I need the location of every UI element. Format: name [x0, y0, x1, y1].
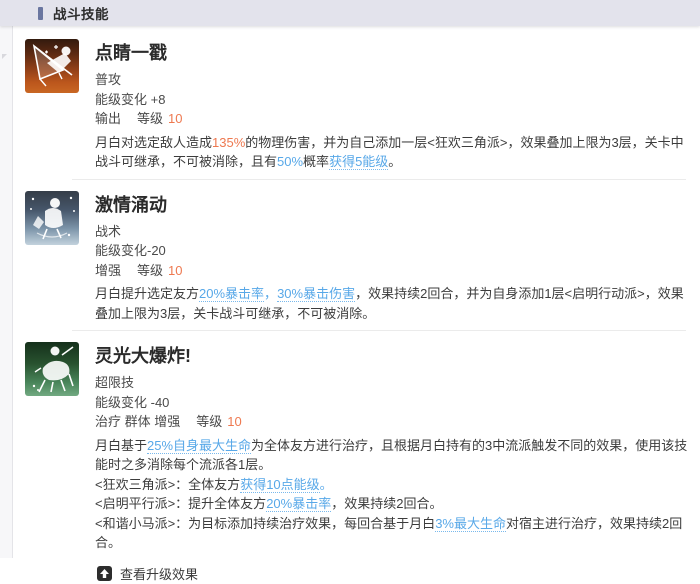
skill-energy-change: 能级变化 -40	[95, 393, 690, 413]
term-link[interactable]: 30%暴击伤害	[277, 286, 355, 302]
accent-bar	[38, 7, 43, 20]
term-link[interactable]: 获得5能级	[329, 154, 388, 170]
skill-row-tactic: 激情涌动 战术 能级变化-20 增强 等级 10 月白提升选定友方20%暴击率，30…	[25, 191, 690, 324]
level-value: 10	[168, 263, 182, 278]
level-value: 10	[227, 414, 241, 429]
skill-category: 战术	[95, 222, 690, 242]
gutter-arrow-icon	[2, 54, 7, 59]
skill-category: 普攻	[95, 70, 690, 90]
skill-energy-change: 能级变化 +8	[95, 90, 690, 110]
skill-tags-level: 治疗 群体 增强 等级 10	[95, 412, 690, 432]
divider	[72, 330, 686, 331]
figure-stars-sketch-icon	[25, 191, 79, 245]
skill-title: 点睛一戳	[95, 43, 690, 63]
skill-description: 月白基于25%自身最大生命为全体友方进行治疗，且根据月白持有的3中流派触发不同的…	[95, 436, 690, 475]
term-link[interactable]: 20%暴击率	[199, 286, 264, 302]
level-value: 10	[168, 111, 182, 126]
left-gutter	[0, 26, 13, 558]
skill-2-icon	[25, 191, 79, 245]
term-link[interactable]: 3%最大生命	[435, 516, 506, 532]
level-label: 等级	[196, 414, 222, 429]
view-upgrade-label: 查看升级效果	[120, 564, 198, 583]
term-link[interactable]: 25%自身最大生命	[147, 438, 251, 454]
skill-row-basic-attack: 点睛一戳 普攻 能级变化 +8 输出 等级 10 月白对选定敌人造成135%的物理伤…	[25, 39, 690, 172]
skill-energy-change: 能级变化-20	[95, 241, 690, 261]
skill-title: 激情涌动	[95, 195, 690, 215]
paper-kite-sketch-icon	[25, 39, 79, 93]
horse-rider-sketch-icon	[25, 342, 79, 396]
skill-3-icon	[25, 342, 79, 396]
effect-line-carnival: <狂欢三角派>：全体友方获得10点能级。	[95, 475, 690, 495]
skill-description: 月白提升选定友方20%暴击率，30%暴击伤害，效果持续2回合，并为自身添加1层<…	[95, 284, 690, 323]
skill-effect-list: <狂欢三角派>：全体友方获得10点能级。 <启明平行派>：提升全体友方20%暴击…	[95, 475, 690, 553]
skills-panel: 点睛一戳 普攻 能级变化 +8 输出等级10 月白对选定敌人造成135%的物理伤…	[13, 26, 700, 558]
arrow-up-icon	[97, 566, 112, 581]
divider	[72, 179, 686, 180]
view-upgrade-button[interactable]: 查看升级效果	[97, 564, 198, 583]
skill-row-ultimate: 灵光大爆炸! 超限技 能级变化 -40 治疗 群体 增强 等级 10 月白基于25%…	[25, 342, 690, 584]
effect-line-harmony: <和谐小马派>：为目标添加持续治疗效果，每回合基于月白3%最大生命对宿主进行治疗…	[95, 514, 690, 553]
level-label: 等级	[137, 111, 163, 126]
skill-tags: 输出	[95, 111, 121, 126]
skill-title: 灵光大爆炸!	[95, 346, 690, 366]
skill-1-icon	[25, 39, 79, 93]
skill-tags: 治疗 群体 增强	[95, 414, 180, 429]
skill-category: 超限技	[95, 373, 690, 393]
term-link[interactable]: 20%暴击率	[266, 496, 331, 512]
skill-description: 月白对选定敌人造成135%的物理伤害，并为自己添加一层<狂欢三角派>，效果叠加上…	[95, 133, 690, 172]
level-label: 等级	[137, 263, 163, 278]
effect-line-enlighten: <启明平行派>：提升全体友方20%暴击率，效果持续2回合。	[95, 494, 690, 514]
term-link[interactable]: 获得10点能级	[240, 477, 319, 493]
skill-tags: 增强	[95, 263, 121, 278]
section-title: 战斗技能	[53, 3, 109, 23]
skill-tags-level: 增强 等级 10	[95, 261, 690, 281]
skill-tags-level: 输出 等级 10	[95, 109, 690, 129]
section-header: 战斗技能	[0, 0, 700, 26]
